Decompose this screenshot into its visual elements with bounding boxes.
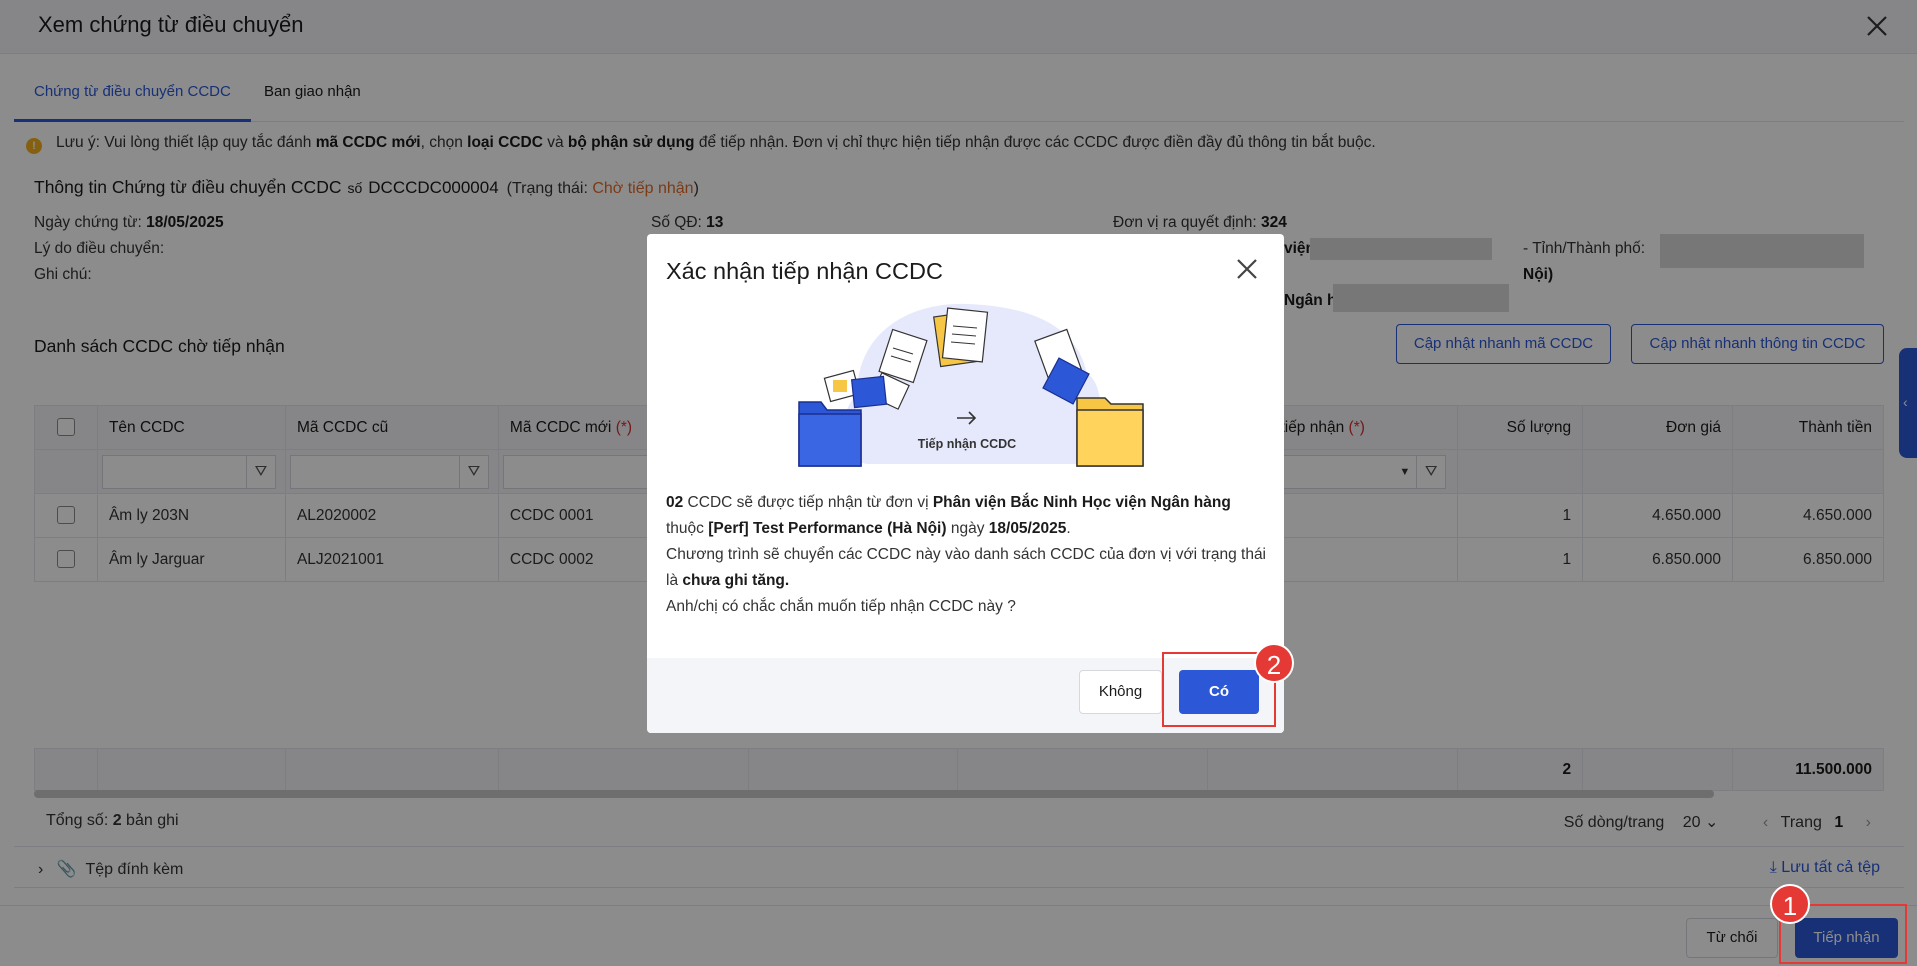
step-badge-1: 1 bbox=[1770, 884, 1810, 924]
dialog-message: 02 CCDC sẽ được tiếp nhận từ đơn vị Phân… bbox=[666, 494, 1267, 615]
no-button[interactable]: Không bbox=[1079, 670, 1162, 714]
illustration-label: Tiếp nhận CCDC bbox=[918, 437, 1016, 451]
close-icon[interactable] bbox=[1234, 256, 1260, 282]
dialog-title: Xác nhận tiếp nhận CCDC bbox=[666, 258, 943, 284]
step-badge-2: 2 bbox=[1254, 643, 1294, 683]
transfer-illustration: Tiếp nhận CCDC bbox=[798, 303, 1144, 467]
